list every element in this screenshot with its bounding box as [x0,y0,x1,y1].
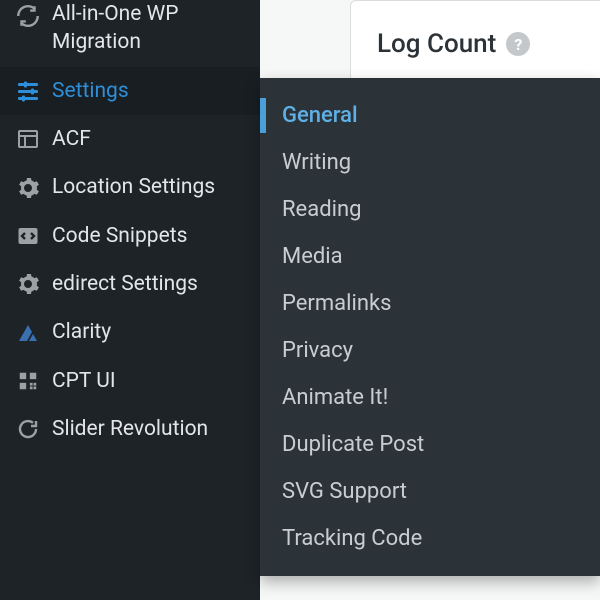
help-icon[interactable]: ? [506,32,530,56]
code-icon [14,222,42,250]
sidebar-item-label: Code Snippets [52,222,250,250]
submenu-item-svg-support[interactable]: SVG Support [260,468,600,515]
submenu-item-general[interactable]: General [260,92,600,139]
sliders-icon [14,77,42,105]
sidebar-item-slider-revolution[interactable]: Slider Revolution [0,405,260,453]
sidebar-item-code-snippets[interactable]: Code Snippets [0,212,260,260]
submenu-item-reading[interactable]: Reading [260,186,600,233]
submenu-item-label: Duplicate Post [282,432,424,457]
submenu-item-duplicate-post[interactable]: Duplicate Post [260,421,600,468]
sidebar-item-migration[interactable]: All-in-One WP Migration [0,0,260,67]
sidebar-item-cpt-ui[interactable]: CPT UI [0,357,260,405]
submenu-item-label: Media [282,244,343,269]
sidebar-item-label: All-in-One WP Migration [52,0,250,57]
submenu-item-label: Permalinks [282,291,391,316]
sidebar-item-label: edirect Settings [52,270,250,298]
submenu-item-label: SVG Support [282,479,407,504]
sidebar-item-label: Settings [52,77,250,105]
submenu-item-label: Animate It! [282,385,388,410]
gear-icon [14,270,42,298]
blocks-icon [14,367,42,395]
submenu-item-tracking-code[interactable]: Tracking Code [260,515,600,562]
sidebar-item-label: ACF [52,125,250,153]
settings-submenu: General Writing Reading Media Permalinks… [260,78,600,576]
card-title: Log Count [377,29,496,59]
submenu-item-label: Writing [282,150,351,175]
sidebar-item-edirect-settings[interactable]: edirect Settings [0,260,260,308]
admin-sidebar: All-in-One WP Migration Settings ACF Loc… [0,0,260,600]
sidebar-item-label: Slider Revolution [52,415,250,443]
sidebar-item-acf[interactable]: ACF [0,115,260,163]
card-title-row: Log Count ? [377,29,600,59]
submenu-item-writing[interactable]: Writing [260,139,600,186]
gear-icon [14,174,42,202]
submenu-item-label: Reading [282,197,361,222]
submenu-item-animate-it[interactable]: Animate It! [260,374,600,421]
refresh-icon [14,2,42,30]
cycle-icon [14,415,42,443]
submenu-item-label: General [282,103,358,128]
sidebar-item-label: Clarity [52,318,250,346]
clarity-icon [14,319,42,347]
submenu-item-media[interactable]: Media [260,233,600,280]
submenu-item-permalinks[interactable]: Permalinks [260,280,600,327]
sidebar-item-clarity[interactable]: Clarity [0,308,260,356]
sidebar-item-settings[interactable]: Settings [0,67,260,115]
submenu-item-privacy[interactable]: Privacy [260,327,600,374]
submenu-item-label: Tracking Code [282,526,422,551]
sidebar-item-label: Location Settings [52,173,250,201]
sidebar-item-location-settings[interactable]: Location Settings [0,163,260,211]
submenu-item-label: Privacy [282,338,353,363]
grid-icon [14,125,42,153]
sidebar-item-label: CPT UI [52,367,250,395]
